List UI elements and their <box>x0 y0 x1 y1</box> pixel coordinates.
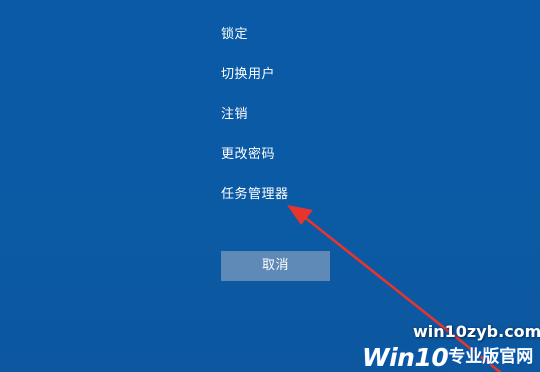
annotation-arrow <box>287 205 502 372</box>
menu-item-switch-user[interactable]: 切换用户 <box>221 67 275 83</box>
secure-attention-screen: 锁定 切换用户 注销 更改密码 任务管理器 取消 win10zyb.com Wi… <box>0 0 540 372</box>
cancel-button[interactable]: 取消 <box>221 251 330 281</box>
watermark-brand: Win10专业版官网 <box>362 343 540 372</box>
menu-item-change-password[interactable]: 更改密码 <box>221 147 275 163</box>
annotation-arrow-head <box>287 205 313 225</box>
menu-item-sign-out[interactable]: 注销 <box>221 107 248 123</box>
menu-item-lock[interactable]: 锁定 <box>221 27 248 43</box>
watermark-brand-win: Win10 <box>362 343 449 372</box>
menu-item-task-manager[interactable]: 任务管理器 <box>221 187 289 203</box>
watermark-url: win10zyb.com <box>413 322 540 341</box>
watermark-brand-cn: 专业版官网 <box>448 347 534 367</box>
